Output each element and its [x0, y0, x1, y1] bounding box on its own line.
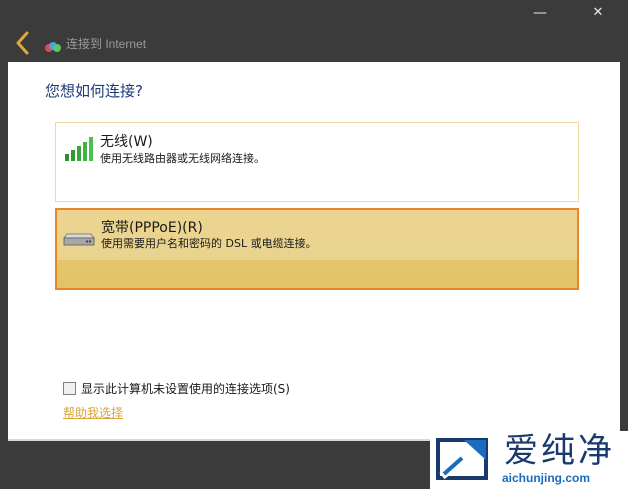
- minimize-button[interactable]: —: [520, 2, 560, 24]
- checkbox-box[interactable]: [63, 382, 76, 395]
- connect-to-internet-window: — ✕ 连接到 Internet 您想如何连接? 无线(W) 使用无线路由器或无…: [0, 0, 628, 489]
- back-arrow-icon: [16, 31, 29, 55]
- page-heading: 您想如何连接?: [45, 82, 143, 100]
- show-unavailable-options-checkbox[interactable]: 显示此计算机未设置使用的连接选项(S): [63, 380, 290, 398]
- title-bar: — ✕ 连接到 Internet: [0, 0, 628, 62]
- network-globe-icon: [44, 38, 62, 52]
- close-button[interactable]: ✕: [578, 2, 618, 24]
- wireless-signal-icon: [64, 136, 96, 162]
- option-label: 宽带(PPPoE)(R): [101, 220, 203, 236]
- watermark-name: 爱纯净: [504, 431, 615, 471]
- checkbox-label: 显示此计算机未设置使用的连接选项(S): [81, 382, 290, 396]
- option-description: 使用无线路由器或无线网络连接。: [100, 152, 265, 165]
- option-label: 无线(W): [100, 134, 153, 150]
- help-me-choose-link[interactable]: 帮助我选择: [63, 404, 123, 421]
- content-panel: 您想如何连接? 无线(W) 使用无线路由器或无线网络连接。 宽带(PPPoE)(…: [8, 62, 620, 440]
- watermark-url: aichunjing.com: [502, 471, 591, 485]
- broadband-modem-icon: [63, 231, 95, 247]
- option-broadband-pppoe[interactable]: 宽带(PPPoE)(R) 使用需要用户名和密码的 DSL 或电缆连接。: [55, 208, 579, 290]
- option-description: 使用需要用户名和密码的 DSL 或电缆连接。: [101, 237, 317, 250]
- watermark-logo-icon: [434, 436, 490, 482]
- option-wireless[interactable]: 无线(W) 使用无线路由器或无线网络连接。: [55, 122, 579, 202]
- back-button[interactable]: [12, 30, 36, 56]
- watermark: 爱纯净 aichunjing.com: [430, 431, 628, 489]
- dialog-title: 连接到 Internet: [66, 37, 147, 51]
